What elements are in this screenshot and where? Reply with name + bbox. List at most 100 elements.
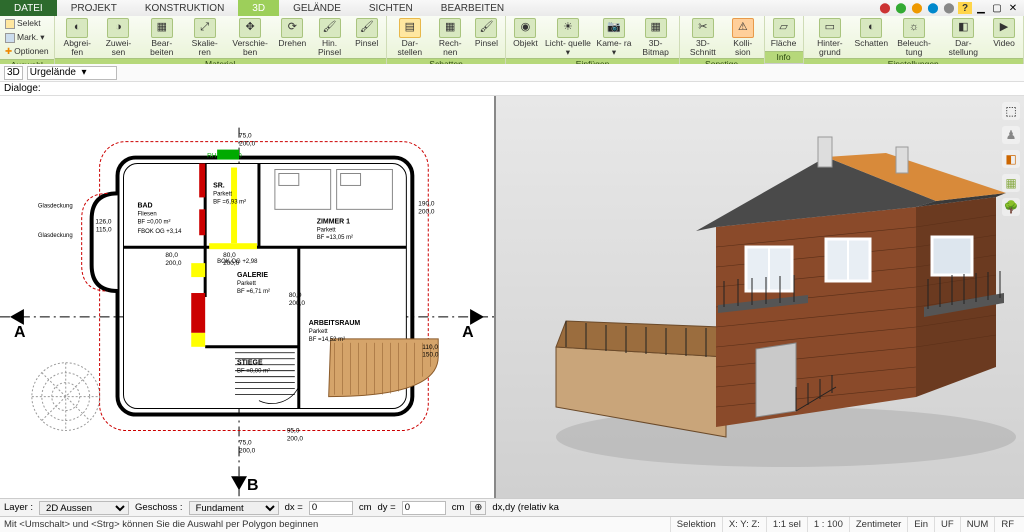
3d-viewport[interactable]: ⬚ ♟ ◧ ▦ 🌳: [496, 96, 1024, 498]
svg-text:Fliesen: Fliesen: [137, 211, 156, 217]
verschieben-button[interactable]: ✥Verschie- ben: [225, 17, 276, 58]
darstellung-button[interactable]: ◧Dar- stellung: [940, 17, 987, 58]
lichtquelle-button[interactable]: ☀Licht- quelle ▾: [542, 17, 593, 58]
svg-text:GALERIE: GALERIE: [237, 272, 268, 279]
kollision-button[interactable]: ⚠Kolli- sion: [724, 17, 762, 58]
status-selektion: Selektion: [670, 517, 722, 532]
layers-icon[interactable]: ⬚: [1002, 102, 1020, 120]
svg-text:BF =6,71 m²: BF =6,71 m²: [237, 289, 270, 295]
zuweisen-button[interactable]: ◑Zuwei- sen: [98, 17, 139, 58]
tab-3d[interactable]: 3D: [238, 0, 279, 16]
titlebar-icon[interactable]: ⬤: [926, 2, 940, 14]
main-split: A A B: [0, 96, 1024, 498]
schatten-pinsel-button[interactable]: 🖌Pinsel: [469, 17, 503, 49]
sub-toolbar: 3D Urgelände ▾: [0, 64, 1024, 82]
titlebar-icon[interactable]: ⬤: [894, 2, 908, 14]
svg-text:STIEGE: STIEGE: [237, 360, 263, 367]
status-unit: Zentimeter: [849, 517, 907, 532]
close-button[interactable]: ✕: [1006, 2, 1020, 14]
svg-text:115,0: 115,0: [96, 226, 112, 233]
menu-tabs: DATEI PROJEKT KONSTRUKTION 3D GELÄNDE SI…: [0, 0, 1024, 16]
svg-text:Glasdeckung: Glasdeckung: [38, 233, 73, 239]
tree-icon[interactable]: 🌳: [1002, 198, 1020, 216]
tab-projekt[interactable]: PROJEKT: [57, 0, 131, 16]
svg-text:Parkett: Parkett: [213, 191, 232, 197]
video-button[interactable]: ▶Video: [987, 17, 1021, 49]
pinsel-button[interactable]: 🖌Pinsel: [350, 17, 384, 49]
status-sel: 1:1 sel: [766, 517, 807, 532]
svg-text:75,0: 75,0: [239, 439, 252, 446]
status-hint: Mit <Umschalt> und <Strg> können Sie die…: [4, 519, 670, 530]
geschoss-dropdown[interactable]: Fundament: [189, 501, 279, 515]
darstellen-button[interactable]: ▤Dar- stellen: [389, 17, 431, 58]
tab-datei[interactable]: DATEI: [0, 0, 57, 16]
floorplan-viewport[interactable]: A A B: [0, 96, 496, 498]
ribbon-group-info: ▱Fläche Info: [765, 16, 804, 63]
status-scale: 1 : 100: [807, 517, 849, 532]
tab-sichten[interactable]: SICHTEN: [355, 0, 427, 16]
svg-text:95,0: 95,0: [287, 427, 300, 434]
optionen-button[interactable]: ✚Optionen: [2, 45, 52, 58]
help-button[interactable]: ?: [958, 2, 972, 14]
svg-text:BAD: BAD: [137, 202, 152, 209]
objekt-button[interactable]: ◉Objekt: [508, 17, 542, 49]
status-num: NUM: [960, 517, 995, 532]
titlebar-icon[interactable]: ⬤: [942, 2, 956, 14]
layer-select[interactable]: Urgelände ▾: [27, 66, 117, 80]
svg-text:ZIMMER 1: ZIMMER 1: [317, 218, 350, 225]
svg-text:BF =0,00 m²: BF =0,00 m²: [237, 369, 270, 375]
tab-bearbeiten[interactable]: BEARBEITEN: [427, 0, 518, 16]
mode-select[interactable]: 3D: [4, 66, 23, 80]
hinpinsel-button[interactable]: 🖌Hin. Pinsel: [309, 17, 349, 58]
kamera-button[interactable]: 📷Kame- ra ▾: [593, 17, 634, 58]
svg-text:B: B: [247, 477, 259, 494]
schatten-settings-button[interactable]: ◐Schatten: [854, 17, 888, 49]
selekt-button[interactable]: Selekt: [2, 17, 44, 30]
svg-text:200,0: 200,0: [223, 260, 240, 267]
bitmap3d-button[interactable]: ▦3D- Bitmap: [635, 17, 677, 58]
tab-konstruktion[interactable]: KONSTRUKTION: [131, 0, 238, 16]
status-uf: UF: [934, 517, 960, 532]
object-icon[interactable]: ♟: [1002, 126, 1020, 144]
hintergrund-button[interactable]: ▭Hinter- grund: [806, 17, 855, 58]
dy-input[interactable]: [402, 501, 446, 515]
ribbon-group-schatten: ▤Dar- stellen ▦Rech- nen 🖌Pinsel Schatte…: [387, 16, 507, 63]
svg-text:200,0: 200,0: [287, 435, 304, 442]
abgreifen-button[interactable]: ◐Abgrei- fen: [57, 17, 98, 58]
dialoge-bar: Dialoge:: [0, 82, 1024, 96]
flaeche-button[interactable]: ▱Fläche: [767, 17, 801, 49]
ribbon: Selekt Mark. ▾ ✚Optionen Auswahl ◐Abgrei…: [0, 16, 1024, 64]
minimize-button[interactable]: ▁: [974, 2, 988, 14]
status-ein: Ein: [907, 517, 934, 532]
bearbeiten-button[interactable]: ▦Bear- beiten: [139, 17, 184, 58]
ribbon-label-info: Info: [765, 51, 803, 63]
svg-text:150,0: 150,0: [422, 352, 439, 359]
svg-text:190,0: 190,0: [418, 200, 435, 207]
coord-note: dx,dy (relativ ka: [492, 502, 559, 513]
rechnen-button[interactable]: ▦Rech- nen: [431, 17, 470, 58]
svg-text:80,0: 80,0: [289, 292, 302, 299]
texture-icon[interactable]: ▦: [1002, 174, 1020, 192]
drehen-button[interactable]: ⟳Drehen: [275, 17, 309, 49]
skalieren-button[interactable]: ⤢Skalie- ren: [184, 17, 224, 58]
mark-button[interactable]: Mark. ▾: [2, 31, 48, 44]
ribbon-group-einstellungen: ▭Hinter- grund ◐Schatten ☼Beleuch- tung …: [804, 16, 1024, 63]
coord-toggle[interactable]: ⊕: [470, 501, 486, 515]
svg-text:BF =14,52 m²: BF =14,52 m²: [309, 337, 345, 343]
layer-dropdown[interactable]: 2D Aussen: [39, 501, 129, 515]
tab-gelaende[interactable]: GELÄNDE: [279, 0, 355, 16]
svg-text:200,0: 200,0: [239, 141, 256, 148]
svg-text:BF =6,93 m²: BF =6,93 m²: [213, 199, 246, 205]
dx-input[interactable]: [309, 501, 353, 515]
svg-text:BF =13,05 m²: BF =13,05 m²: [317, 235, 353, 241]
schnitt3d-button[interactable]: ✂3D- Schnitt: [682, 17, 724, 58]
svg-text:200,0: 200,0: [289, 300, 306, 307]
titlebar-icon[interactable]: ⬤: [910, 2, 924, 14]
layer-label: Layer :: [4, 502, 33, 513]
material-icon[interactable]: ◧: [1002, 150, 1020, 168]
ribbon-group-material: ◐Abgrei- fen ◑Zuwei- sen ▦Bear- beiten ⤢…: [55, 16, 387, 63]
beleuchtung-button[interactable]: ☼Beleuch- tung: [888, 17, 939, 58]
maximize-button[interactable]: ▢: [990, 2, 1004, 14]
titlebar-icon[interactable]: ⬤: [878, 2, 892, 14]
svg-text:80,0: 80,0: [165, 252, 178, 259]
